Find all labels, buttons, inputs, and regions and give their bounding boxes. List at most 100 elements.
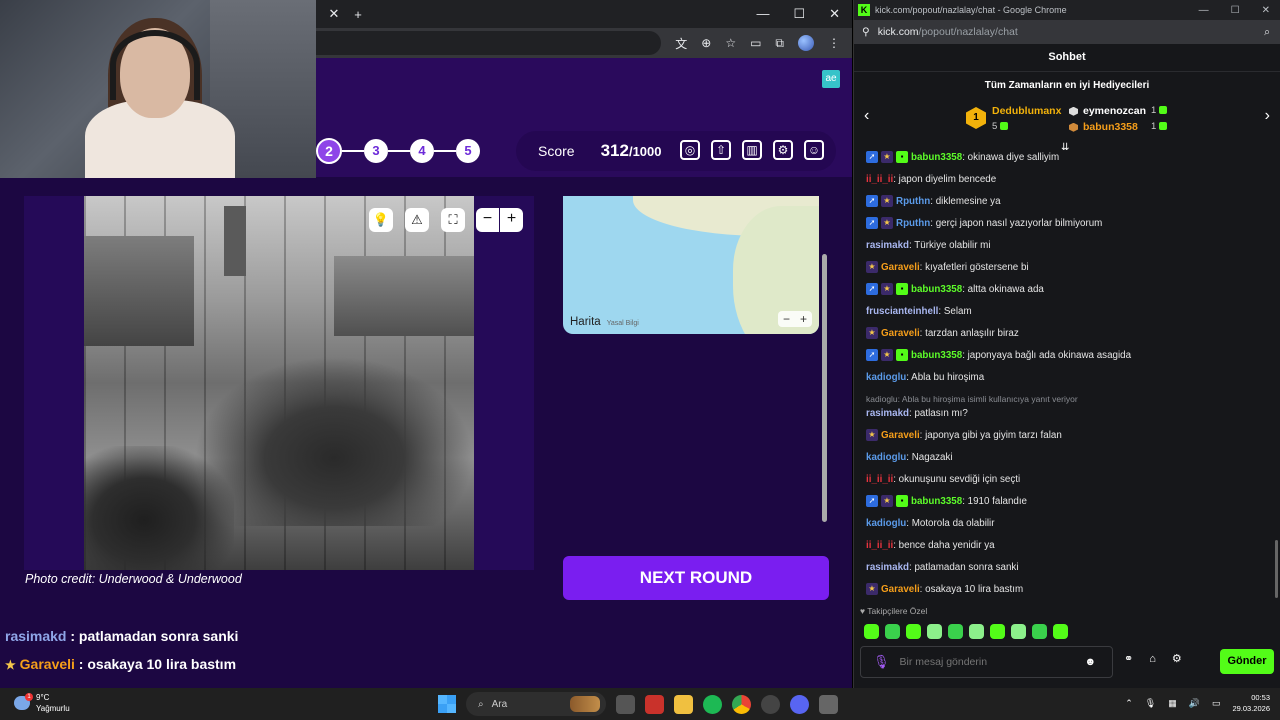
url-field[interactable] [316, 31, 661, 55]
emote[interactable] [885, 624, 900, 639]
chat-username[interactable]: kadioglu [866, 518, 906, 529]
maximize-icon[interactable]: ☐ [1231, 5, 1240, 16]
chat-username[interactable]: rasimakd [866, 408, 909, 419]
zoom-out-button[interactable]: − [476, 208, 499, 232]
chat-username[interactable]: kadioglu [866, 452, 906, 463]
panel-scrollbar[interactable] [820, 196, 828, 526]
bookmark-star-icon[interactable]: ☆ [725, 36, 736, 50]
app-icon[interactable] [645, 694, 664, 714]
chat-username[interactable]: Rputhn [896, 196, 930, 207]
emote[interactable] [864, 624, 879, 639]
profile-avatar[interactable] [798, 35, 814, 51]
chat-username[interactable]: kadioglu [866, 372, 906, 383]
close-window-icon[interactable]: ✕ [829, 6, 840, 22]
settings-app-icon[interactable] [819, 694, 838, 714]
chat-username[interactable]: rasimakd [866, 562, 909, 573]
emote[interactable] [1053, 624, 1068, 639]
new-tab-icon[interactable]: + [346, 7, 370, 22]
report-warning-icon[interactable]: ⚠ [405, 208, 429, 232]
chat-username[interactable]: ii_ii_ii [866, 540, 893, 551]
minimize-icon[interactable]: — [1199, 5, 1209, 16]
map-zoom-in[interactable]: + [800, 311, 807, 327]
chat-scrollbar[interactable] [1275, 540, 1278, 598]
emote[interactable] [969, 624, 984, 639]
street-photo[interactable] [84, 196, 474, 570]
volume-icon[interactable]: 🔊 [1189, 698, 1200, 709]
emote[interactable] [948, 624, 963, 639]
chat-username[interactable]: Rputhn [896, 218, 930, 229]
settings-gear-icon[interactable]: ⚙ [1172, 652, 1182, 665]
scrollbar-thumb[interactable] [822, 254, 827, 522]
file-explorer-icon[interactable] [674, 694, 693, 714]
app-icon[interactable] [761, 694, 780, 714]
gifter-name[interactable]: babun3358 [1069, 121, 1138, 133]
media-icon[interactable]: ▭ [750, 36, 761, 50]
guess-map[interactable]: Harita Yasal Bilgi − + [563, 196, 819, 334]
emote[interactable] [1032, 624, 1047, 639]
close-window-icon[interactable]: ✕ [1262, 5, 1270, 16]
menu-dots-icon[interactable]: ⋮ [828, 36, 840, 50]
windows-start-icon[interactable] [438, 695, 456, 713]
zoom-in-button[interactable]: + [500, 208, 523, 232]
chat-username[interactable]: babun3358 [911, 152, 962, 163]
next-round-button[interactable]: NEXT ROUND [563, 556, 829, 600]
zoom-icon[interactable]: ⌕ [1264, 26, 1280, 39]
chat-username[interactable]: ii_ii_ii [866, 174, 893, 185]
maximize-icon[interactable]: ☐ [793, 6, 805, 22]
emote[interactable] [1011, 624, 1026, 639]
extensions-icon[interactable]: ⧉ [775, 36, 784, 51]
gamepad-icon[interactable]: ◎ [680, 140, 700, 160]
close-tab-icon[interactable]: ✕ [322, 6, 346, 22]
stats-icon[interactable]: ▥ [742, 140, 762, 160]
fullscreen-icon[interactable]: ⛶ [441, 208, 465, 232]
task-view-icon[interactable] [616, 694, 635, 714]
emote[interactable] [990, 624, 1005, 639]
chat-username[interactable]: Garaveli [881, 262, 920, 273]
taskbar-search[interactable]: ⌕ Ara [466, 692, 606, 716]
microphone-icon[interactable]: 🎙 [1145, 698, 1156, 709]
chat-username[interactable]: babun3358 [911, 350, 962, 361]
settings-gear-icon[interactable]: ⚙ [773, 140, 793, 160]
send-button[interactable]: Gönder [1220, 649, 1274, 674]
chevron-right-icon[interactable]: › [1265, 107, 1270, 125]
chat-message: fruscianteinhell: Selam [866, 304, 1266, 326]
translate-icon[interactable]: 文 [675, 35, 687, 52]
spotify-icon[interactable] [703, 694, 722, 714]
discord-icon[interactable] [790, 694, 809, 714]
chat-username[interactable]: Garaveli [881, 430, 920, 441]
gifter-name[interactable]: eymenozcan [1069, 105, 1146, 117]
battery-icon[interactable]: ▭ [1212, 698, 1221, 709]
map-legal-link[interactable]: Yasal Bilgi [607, 320, 639, 327]
gift-box-icon[interactable]: ⌂ [1149, 653, 1156, 665]
zoom-icon[interactable]: ⊕ [701, 36, 711, 50]
chat-username[interactable]: ii_ii_ii [866, 474, 893, 485]
chat-username[interactable]: fruscianteinhell [866, 306, 938, 317]
site-info-icon[interactable]: ⚲ [862, 26, 870, 38]
users-icon[interactable]: ⚭ [1124, 652, 1133, 665]
chat-username[interactable]: Garaveli [881, 328, 920, 339]
weather-widget[interactable]: 9°C Yağmurlu [14, 692, 70, 714]
chat-username[interactable]: Garaveli [881, 584, 920, 595]
emoji-icon[interactable]: ☻ [1085, 656, 1097, 668]
emote[interactable] [927, 624, 942, 639]
map-zoom-out[interactable]: − [783, 311, 790, 327]
minimize-icon[interactable]: — [756, 6, 769, 22]
chat-username[interactable]: rasimakd [866, 240, 909, 251]
reply-context[interactable]: kadioglu: Abla bu hiroşima isimli kullan… [866, 392, 1266, 406]
chat-address-bar[interactable]: ⚲ kick.com/popout/nazlalay/chat ⌕ [854, 20, 1280, 44]
chat-username[interactable]: babun3358 [911, 284, 962, 295]
chat-username[interactable]: babun3358 [911, 496, 962, 507]
emote[interactable] [906, 624, 921, 639]
microphone-icon[interactable]: 🎙 [873, 654, 890, 670]
message-input[interactable] [899, 656, 1075, 668]
profile-icon[interactable]: ☺ [804, 140, 824, 160]
clock[interactable]: 00:53 29.03.2026 [1232, 692, 1270, 714]
hint-bulb-icon[interactable]: 💡 [369, 208, 393, 232]
gifter-name[interactable]: Dedublumanx [992, 105, 1061, 117]
chevron-up-icon[interactable]: ⌃ [1125, 698, 1133, 709]
chevron-left-icon[interactable]: ‹ [864, 107, 869, 125]
ae-badge[interactable]: ae [822, 70, 840, 88]
network-icon[interactable]: ▦ [1168, 698, 1177, 709]
chrome-icon[interactable] [732, 694, 751, 714]
upload-icon[interactable]: ⇧ [711, 140, 731, 160]
